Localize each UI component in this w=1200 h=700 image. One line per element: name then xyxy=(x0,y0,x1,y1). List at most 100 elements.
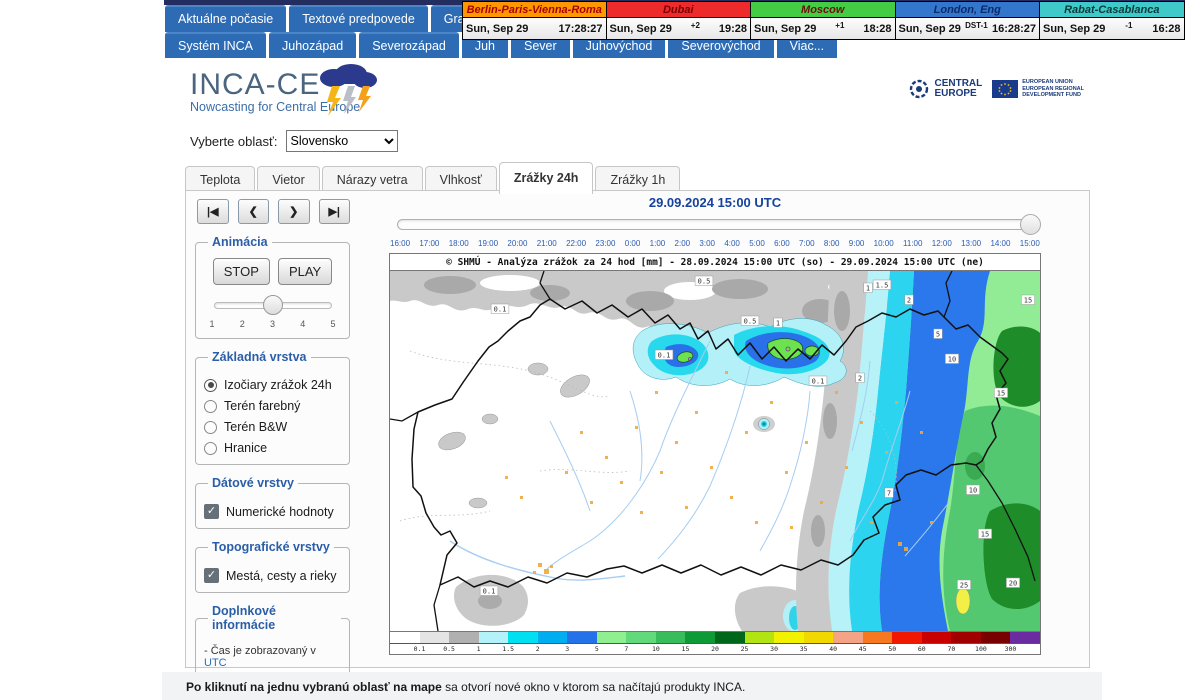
scale-cell xyxy=(479,632,509,643)
time-tick: 3:00 xyxy=(699,239,715,248)
eu-flag-icon xyxy=(992,80,1018,98)
clock-city-label: London, Eng xyxy=(934,4,1001,16)
contour-label: 0.5 xyxy=(744,318,757,326)
clock-body: Sun, Sep 29 17:28:27 xyxy=(463,18,606,39)
time-tick: 7:00 xyxy=(799,239,815,248)
nav-item[interactable]: Juhozápad xyxy=(269,32,356,59)
scale-cell xyxy=(774,632,804,643)
scale-label: 20 xyxy=(711,645,719,653)
clock-time: 18:28 xyxy=(863,23,891,35)
checkbox-icon[interactable]: ✓ xyxy=(204,568,219,583)
time-tick: 8:00 xyxy=(824,239,840,248)
checkbox-option[interactable]: ✓ Mestá, cesty a rieky xyxy=(204,568,341,583)
clock-date: Sun, Sep 29 xyxy=(754,23,816,35)
time-tick: 2:00 xyxy=(675,239,691,248)
time-slider-handle[interactable] xyxy=(1020,214,1041,235)
map-image[interactable]: 0.10.50.510.10.1211.5251015157101520250.… xyxy=(390,271,1040,631)
radio-option[interactable]: Terén B&W xyxy=(204,420,341,434)
nav-item[interactable]: Textové predpovede xyxy=(289,5,428,32)
time-tick: 17:00 xyxy=(419,239,439,248)
time-tick: 9:00 xyxy=(849,239,865,248)
speed-label: 1 xyxy=(210,319,215,329)
scale-cell xyxy=(656,632,686,643)
checkbox-icon[interactable]: ✓ xyxy=(204,504,219,519)
speed-slider-handle[interactable] xyxy=(263,295,283,315)
precipitation-map[interactable]: © SHMÚ - Analýza zrážok za 24 hod [mm] -… xyxy=(389,253,1041,655)
base-layer-legend: Základná vrstva xyxy=(208,350,311,364)
speed-label: 4 xyxy=(300,319,305,329)
nav-item[interactable]: Severozápad xyxy=(359,32,459,59)
scale-cell xyxy=(567,632,597,643)
clock-utc-offset: +1 xyxy=(816,21,863,30)
scale-label: 100 xyxy=(975,645,987,653)
prev-frame-button[interactable]: ❮ xyxy=(238,199,270,224)
radio-icon[interactable] xyxy=(204,421,217,434)
contour-label: 0.1 xyxy=(658,352,671,360)
utc-link[interactable]: UTC xyxy=(204,657,227,669)
radio-option[interactable]: Terén farebný xyxy=(204,399,341,413)
clock-header: London, Eng xyxy=(896,2,1040,18)
nav-item[interactable]: Aktuálne počasie xyxy=(165,5,286,32)
contour-label: 0.1 xyxy=(483,588,496,596)
scale-cell xyxy=(390,632,420,643)
time-tick: 0:00 xyxy=(625,239,641,248)
clock-body: Sun, Sep 29-116:28 xyxy=(1040,18,1184,39)
map-column: 29.09.2024 15:00 UTC 16:0017:0018:0019:0… xyxy=(389,195,1041,655)
clock-time: 17:28:27 xyxy=(558,23,602,35)
scale-cell xyxy=(833,632,863,643)
clock-city-label: Berlin-Paris-Vienna-Roma xyxy=(467,4,602,16)
time-slider-track[interactable] xyxy=(397,219,1033,230)
radio-icon[interactable] xyxy=(204,379,217,392)
clock-body: Sun, Sep 29DST-116:28:27 xyxy=(896,18,1040,39)
ce-line2: EUROPE xyxy=(934,89,982,99)
scale-cell xyxy=(715,632,745,643)
base-layer-fieldset: Základná vrstva Izočiary zrážok 24h Terén… xyxy=(195,350,350,465)
scale-cell xyxy=(597,632,627,643)
time-tick: 4:00 xyxy=(724,239,740,248)
clock-date: Sun, Sep 29 xyxy=(466,23,528,35)
radio-option[interactable]: Hranice xyxy=(204,441,341,455)
time-tick: 22:00 xyxy=(566,239,586,248)
next-frame-button[interactable]: ❯ xyxy=(278,199,310,224)
color-scale: 0.10.511.5235710152025303540455060701003… xyxy=(390,631,1040,654)
world-clock: MoscowSun, Sep 29+118:28 xyxy=(751,1,896,40)
scale-label: 70 xyxy=(947,645,955,653)
scale-cell xyxy=(626,632,656,643)
checkbox-option[interactable]: ✓Numerické hodnoty xyxy=(204,504,341,519)
speed-slider[interactable] xyxy=(214,295,332,315)
contour-label: 15 xyxy=(997,390,1005,398)
nav-item[interactable]: Systém INCA xyxy=(165,32,266,59)
scale-label: 45 xyxy=(859,645,867,653)
stop-button[interactable]: STOP xyxy=(213,258,270,285)
world-clock: London, Eng Sun, Sep 29DST-116:28:27 xyxy=(896,1,1041,40)
time-slider[interactable] xyxy=(389,214,1041,236)
contour-label: 15 xyxy=(1024,297,1032,305)
time-tick: 5:00 xyxy=(749,239,765,248)
time-tick: 11:00 xyxy=(903,239,922,248)
time-tick: 10:00 xyxy=(874,239,894,248)
scale-cell xyxy=(863,632,893,643)
radio-option[interactable]: Izočiary zrážok 24h xyxy=(204,378,341,392)
time-tick: 20:00 xyxy=(507,239,527,248)
time-tick: 1:00 xyxy=(650,239,666,248)
contour-label: 2 xyxy=(907,297,911,305)
scale-label: 30 xyxy=(770,645,778,653)
region-select[interactable]: Slovensko xyxy=(286,130,398,152)
checkbox-label: Mestá, cesty a rieky xyxy=(226,569,336,583)
radio-icon[interactable] xyxy=(204,400,217,413)
contour-label: 0.5 xyxy=(698,278,711,286)
contour-label: 1.5 xyxy=(876,282,889,290)
tab-zr-ky-24h[interactable]: Zrážky 24h xyxy=(499,162,594,194)
radio-icon[interactable] xyxy=(204,442,217,455)
footer-note: Po kliknutí na jednu vybranú oblasť na m… xyxy=(186,680,745,694)
scale-label: 60 xyxy=(918,645,926,653)
eu-line3: DEVELOPMENT FUND xyxy=(1022,92,1084,99)
play-button[interactable]: PLAY xyxy=(278,258,332,285)
scale-label: 0.1 xyxy=(414,645,426,653)
clock-time: 16:28:27 xyxy=(992,23,1036,35)
central-europe-icon xyxy=(908,78,930,100)
frame-step-buttons: |◀ ❮ ❯ ▶| xyxy=(195,199,350,224)
color-scale-cells xyxy=(390,632,1040,644)
last-frame-button[interactable]: ▶| xyxy=(319,199,351,224)
first-frame-button[interactable]: |◀ xyxy=(197,199,229,224)
